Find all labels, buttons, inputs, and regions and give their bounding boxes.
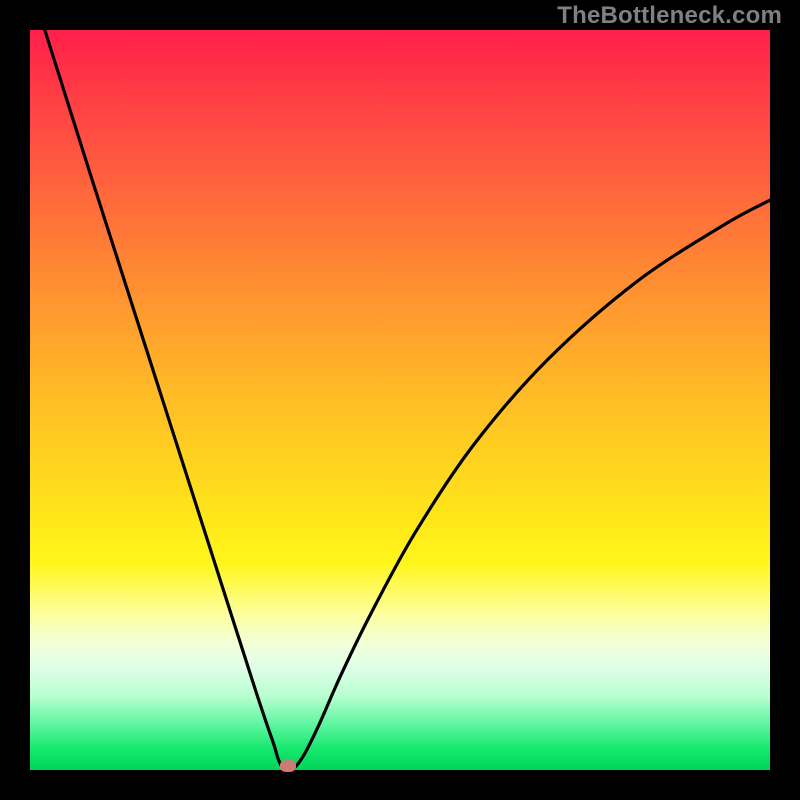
plot-area — [30, 30, 770, 770]
chart-frame: TheBottleneck.com — [0, 0, 800, 800]
min-marker — [280, 760, 296, 772]
watermark-text: TheBottleneck.com — [557, 2, 782, 30]
bottleneck-curve — [30, 30, 770, 770]
